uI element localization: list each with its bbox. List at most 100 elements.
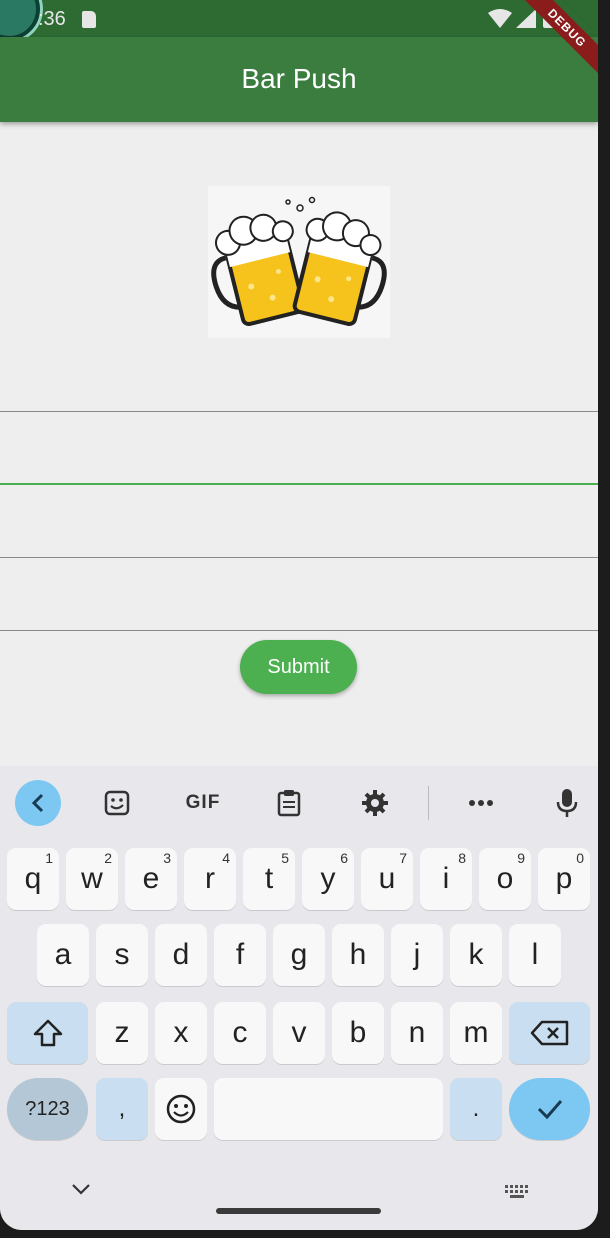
key-s[interactable]: s xyxy=(96,924,148,986)
key-label: c xyxy=(232,1016,248,1049)
checkmark-icon xyxy=(537,1100,562,1120)
keyboard-switch-icon[interactable] xyxy=(504,1184,530,1200)
key-b[interactable]: b xyxy=(332,1002,384,1064)
text-input-1[interactable] xyxy=(0,340,598,412)
key-w[interactable]: w2 xyxy=(66,848,118,910)
key-label: u xyxy=(378,862,396,895)
space-key[interactable] xyxy=(214,1078,443,1140)
key-label: p xyxy=(555,862,573,895)
key-z[interactable]: z xyxy=(96,1002,148,1064)
key-label: z xyxy=(114,1016,130,1049)
key-o[interactable]: o9 xyxy=(479,848,531,910)
key-x[interactable]: x xyxy=(155,1002,207,1064)
key-p[interactable]: p0 xyxy=(538,848,590,910)
key-label: s xyxy=(114,938,130,971)
field-underline-focused xyxy=(0,483,598,485)
key-a[interactable]: a xyxy=(37,924,89,986)
key-q[interactable]: q1 xyxy=(7,848,59,910)
status-time: :36 xyxy=(38,8,66,30)
text-input-4[interactable] xyxy=(0,559,598,631)
settings-button[interactable] xyxy=(352,780,398,826)
gif-label: GIF xyxy=(185,792,221,813)
key-label: . xyxy=(472,1095,480,1122)
gesture-nav-handle[interactable] xyxy=(216,1208,381,1214)
key-d[interactable]: d xyxy=(155,924,207,986)
field-underline xyxy=(0,411,598,412)
key-hint: 0 xyxy=(576,850,584,866)
key-label: g xyxy=(290,938,308,971)
backspace-icon xyxy=(530,1020,568,1046)
key-c[interactable]: c xyxy=(214,1002,266,1064)
clipboard-icon xyxy=(277,790,301,817)
wifi-icon xyxy=(488,9,512,28)
key-hint: 6 xyxy=(340,850,348,866)
voice-input-button[interactable] xyxy=(544,780,590,826)
status-bar: :36 xyxy=(0,0,598,40)
key-label: o xyxy=(496,862,514,895)
keyboard-toolbar: GIF xyxy=(0,766,598,838)
key-y[interactable]: y6 xyxy=(302,848,354,910)
key-l[interactable]: l xyxy=(509,924,561,986)
beer-mugs-logo xyxy=(208,186,390,338)
key-hint: 5 xyxy=(281,850,289,866)
gif-button[interactable]: GIF xyxy=(180,780,226,826)
field-underline xyxy=(0,630,598,631)
key-label: v xyxy=(291,1016,307,1049)
key-hint: 4 xyxy=(222,850,230,866)
text-field-3[interactable] xyxy=(0,486,598,558)
backspace-key[interactable] xyxy=(509,1002,590,1064)
key-v[interactable]: v xyxy=(273,1002,325,1064)
text-input-2[interactable] xyxy=(0,413,598,485)
key-label: l xyxy=(531,938,539,971)
shift-key[interactable] xyxy=(7,1002,88,1064)
collapse-toolbar-button[interactable] xyxy=(15,780,61,826)
key-label: i xyxy=(442,862,450,895)
key-u[interactable]: u7 xyxy=(361,848,413,910)
key-r[interactable]: r4 xyxy=(184,848,236,910)
more-horizontal-icon xyxy=(469,800,493,806)
key-label: d xyxy=(172,938,190,971)
key-label: f xyxy=(235,938,245,971)
key-f[interactable]: f xyxy=(214,924,266,986)
key-hint: 3 xyxy=(163,850,171,866)
clipboard-button[interactable] xyxy=(266,780,312,826)
text-field-4[interactable] xyxy=(0,559,598,631)
sticker-button[interactable] xyxy=(94,780,140,826)
key-g[interactable]: g xyxy=(273,924,325,986)
text-field-1[interactable] xyxy=(0,340,598,412)
key-hint: 8 xyxy=(458,850,466,866)
key-i[interactable]: i8 xyxy=(420,848,472,910)
key-t[interactable]: t5 xyxy=(243,848,295,910)
emoji-icon xyxy=(166,1094,196,1124)
key-hint: 7 xyxy=(399,850,407,866)
key-hint: 2 xyxy=(104,850,112,866)
key-label: y xyxy=(320,862,336,895)
key-label: m xyxy=(463,1016,489,1049)
key-n[interactable]: n xyxy=(391,1002,443,1064)
key-k[interactable]: k xyxy=(450,924,502,986)
chat-head-avatar[interactable] xyxy=(0,0,40,40)
key-label: n xyxy=(408,1016,426,1049)
key-hint: 1 xyxy=(45,850,53,866)
key-label: e xyxy=(142,862,160,895)
more-options-button[interactable] xyxy=(458,780,504,826)
gear-icon xyxy=(362,790,388,816)
chevron-left-icon xyxy=(31,793,44,813)
emoji-key[interactable] xyxy=(155,1078,207,1140)
symbols-key[interactable]: ?123 xyxy=(7,1078,88,1140)
app-bar: Bar Push xyxy=(0,37,598,122)
sticker-icon xyxy=(104,790,130,816)
hide-keyboard-chevron-icon[interactable] xyxy=(70,1182,92,1196)
text-field-2[interactable] xyxy=(0,413,598,485)
period-key[interactable]: . xyxy=(450,1078,502,1140)
key-m[interactable]: m xyxy=(450,1002,502,1064)
key-h[interactable]: h xyxy=(332,924,384,986)
comma-key[interactable]: , xyxy=(96,1078,148,1140)
key-j[interactable]: j xyxy=(391,924,443,986)
key-label: , xyxy=(118,1095,126,1122)
done-key[interactable] xyxy=(509,1078,590,1140)
submit-button[interactable]: Submit xyxy=(240,640,357,694)
key-e[interactable]: e3 xyxy=(125,848,177,910)
text-input-3[interactable] xyxy=(0,486,598,558)
cell-signal-icon xyxy=(516,9,536,28)
